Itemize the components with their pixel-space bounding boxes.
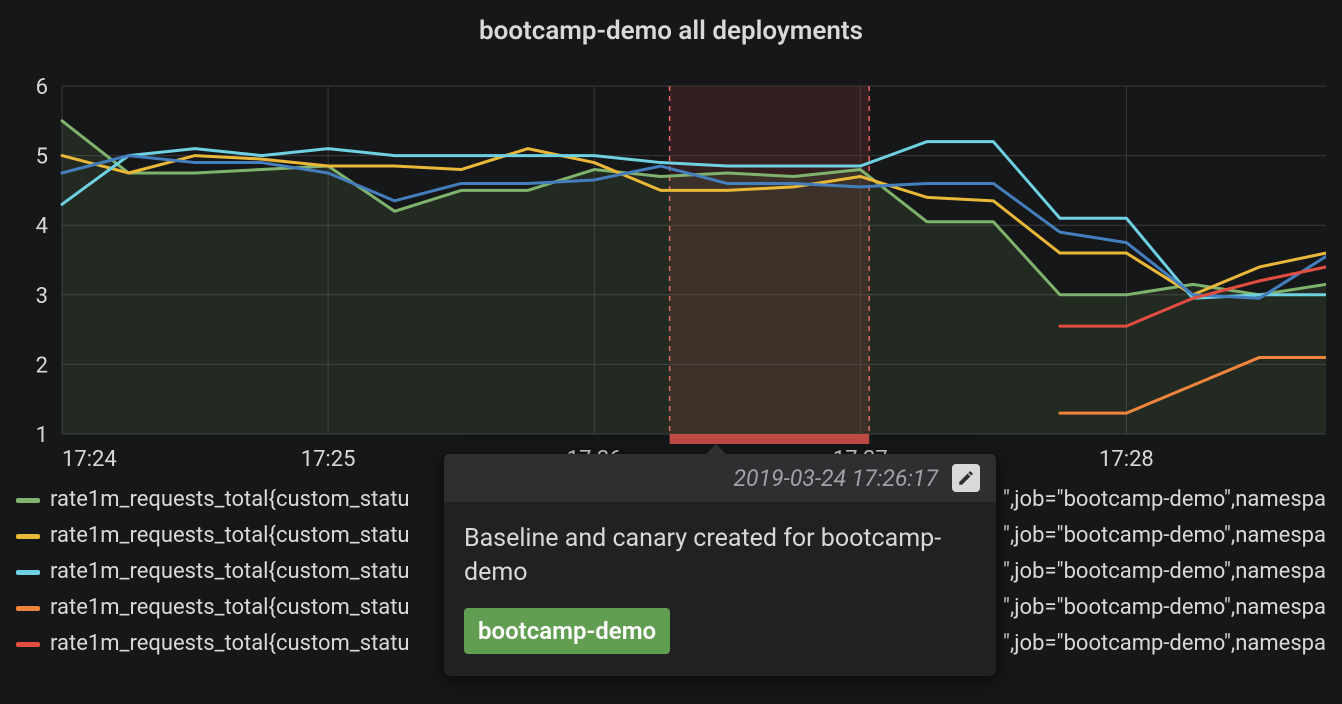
svg-text:1: 1 — [36, 423, 48, 448]
panel: bootcamp-demo all deployments 1 2 3 4 5 6 17:2… — [0, 0, 1342, 704]
legend-color-swatch — [16, 534, 40, 539]
svg-text:17:24: 17:24 — [62, 447, 117, 472]
legend-color-swatch — [16, 498, 40, 503]
legend-color-swatch — [16, 606, 40, 611]
legend-label-suffix: ",job="bootcamp-demo",namespa — [1003, 482, 1326, 518]
tooltip-header: 2019-03-24 17:26:17 — [444, 454, 996, 502]
legend-color-swatch — [16, 570, 40, 575]
svg-text:3: 3 — [36, 284, 48, 309]
legend-label-suffix: ",job="bootcamp-demo",namespa — [1003, 518, 1326, 554]
legend-label-suffix: ",job="bootcamp-demo",namespa — [1003, 554, 1326, 590]
legend-color-swatch — [16, 642, 40, 647]
tooltip-timestamp: 2019-03-24 17:26:17 — [734, 465, 938, 492]
svg-text:4: 4 — [36, 214, 48, 239]
svg-text:6: 6 — [36, 75, 48, 100]
timeseries-chart[interactable]: 12345617:2417:2517:2617:2717:28 — [16, 60, 1326, 476]
svg-text:17:25: 17:25 — [301, 447, 356, 472]
tooltip-message: Baseline and canary created for bootcamp… — [464, 522, 976, 590]
legend-label-suffix: ",job="bootcamp-demo",namespa — [1003, 626, 1326, 662]
svg-text:2: 2 — [36, 353, 48, 378]
panel-title: bootcamp-demo all deployments — [16, 16, 1326, 46]
svg-text:17:28: 17:28 — [1099, 447, 1154, 472]
tooltip-body: Baseline and canary created for bootcamp… — [444, 502, 996, 676]
tooltip-arrow — [704, 444, 728, 456]
svg-text:5: 5 — [36, 145, 48, 170]
chart-area[interactable]: 12345617:2417:2517:2617:2717:28 — [16, 60, 1326, 476]
legend-label-suffix: ",job="bootcamp-demo",namespa — [1003, 590, 1326, 626]
tooltip-tag[interactable]: bootcamp-demo — [464, 608, 670, 654]
annotation-tooltip: 2019-03-24 17:26:17 Baseline and canary … — [444, 454, 996, 676]
edit-icon[interactable] — [952, 464, 980, 492]
